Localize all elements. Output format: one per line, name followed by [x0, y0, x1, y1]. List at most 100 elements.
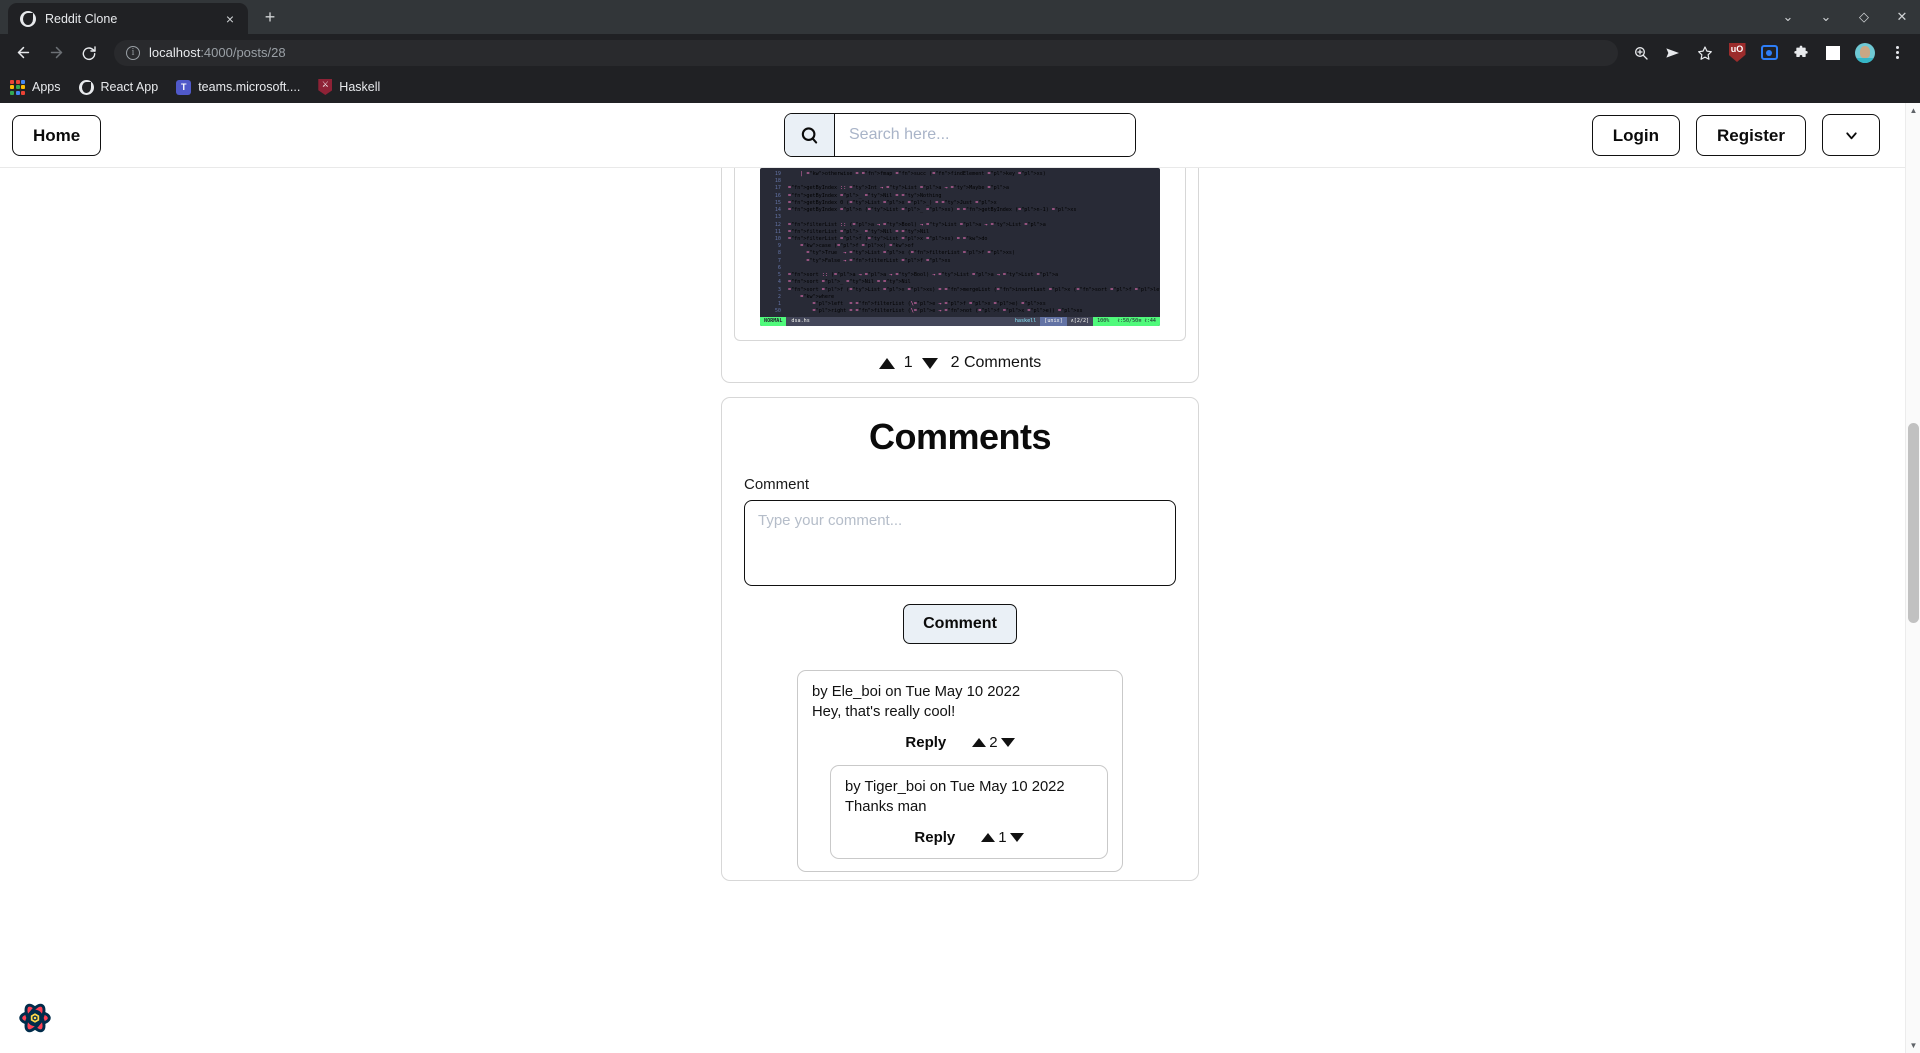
vim-status-right: haskell [unix] ∧[2/2] 100% ℓ:50/50≡ ℓ:44 — [1011, 317, 1160, 327]
haskell-shield-icon: ⚔ — [318, 79, 333, 95]
star-icon[interactable] — [1692, 40, 1718, 66]
reply-button[interactable]: Reply — [905, 734, 946, 751]
comment-upvote-icon[interactable] — [972, 738, 987, 748]
post-card: 19 | ="kw">otherwise = ="fn">fmap ="fn">… — [721, 168, 1199, 384]
code-line-number: 5 — [777, 272, 781, 279]
bookmark-apps[interactable]: Apps — [10, 79, 61, 95]
code-line-number: 7 — [777, 257, 781, 264]
react-app-icon — [78, 79, 94, 95]
code-line: 14 ="fn">getByIndex ="pl">n (="ty">List =… — [760, 207, 1160, 214]
url-text: localhost:4000/posts/28 — [149, 45, 286, 60]
url-path: :4000/posts/28 — [200, 45, 286, 60]
browser-window: Reddit Clone × + ⌄ ⌄ ◇ ✕ i localhost:400… — [0, 0, 1920, 1053]
comment-textarea[interactable] — [744, 500, 1176, 587]
code-line-text: ="fn">getByIndex 0 (="ty">List ="pl">x =… — [788, 199, 997, 206]
code-line-number: 16 — [774, 192, 781, 199]
bookmark-label: Apps — [32, 80, 61, 94]
vim-language: haskell — [1014, 318, 1037, 325]
code-line: 19 | ="kw">otherwise = ="fn">fmap ="fn">… — [760, 171, 1160, 178]
browser-tab[interactable]: Reddit Clone × — [8, 3, 248, 34]
ublock-shield-icon[interactable]: uO — [1724, 40, 1750, 66]
comment-downvote-icon[interactable] — [1000, 738, 1015, 748]
comment-vote-group: 2 — [972, 734, 1015, 751]
address-bar[interactable]: i localhost:4000/posts/28 — [114, 39, 1618, 66]
back-icon[interactable] — [8, 38, 38, 68]
react-query-flower-icon[interactable] — [14, 997, 56, 1039]
vim-mode: NORMAL — [760, 317, 787, 327]
code-line-text: ="fn">sort ="pl">f (="ty">List ="pl">x =… — [788, 286, 1160, 293]
comment-actions: Reply 1 — [845, 829, 1093, 846]
bookmarks-bar: Apps React App T teams.microsoft.... ⚔ H… — [0, 71, 1920, 103]
code-line: 11 ="fn">filterList ="pl">_ ="ty">Nil = =… — [760, 229, 1160, 236]
avatar — [1855, 42, 1875, 63]
scroll-down-arrow[interactable]: ▼ — [1906, 1038, 1920, 1053]
home-button[interactable]: Home — [12, 114, 102, 156]
blue-square-icon[interactable] — [1756, 40, 1782, 66]
account-dropdown-button[interactable] — [1822, 114, 1880, 156]
extensions-puzzle-icon[interactable] — [1788, 40, 1814, 66]
tab-title: Reddit Clone — [45, 11, 118, 26]
code-line: 10 ="fn">filterList ="pl">f (="ty">List =… — [760, 236, 1160, 243]
close-icon[interactable]: × — [221, 10, 239, 28]
code-line-text: ="ty">True → ="ty">List ="pl">x (="fn">f… — [806, 250, 1016, 257]
kebab-menu-icon[interactable] — [1884, 40, 1910, 66]
maximize-icon[interactable]: ◇ — [1856, 9, 1872, 25]
vim-percent: 100% — [1093, 317, 1114, 327]
search-bar[interactable] — [784, 113, 1136, 157]
white-square-icon[interactable] — [1820, 40, 1846, 66]
profile-avatar-icon[interactable] — [1852, 40, 1878, 66]
scrollbar-thumb[interactable] — [1908, 423, 1919, 623]
code-line: 3 ="fn">sort ="pl">f (="ty">List ="pl">x … — [760, 287, 1160, 294]
code-line: 17 ="fn">getByIndex :: ="ty">Int → ="ty">… — [760, 185, 1160, 192]
comment-list: by Ele_boi on Tue May 10 2022 Hey, that's… — [797, 670, 1123, 880]
chevron-down-icon-2[interactable]: ⌄ — [1818, 9, 1834, 25]
new-tab-button[interactable]: + — [256, 4, 284, 32]
code-line: 5 ="fn">sort :: (="pl">a → ="pl">a → ="ty… — [760, 272, 1160, 279]
bookmark-label: React App — [100, 80, 159, 94]
code-line-number: 9 — [777, 243, 781, 250]
ublock-badge: uO — [1728, 43, 1746, 62]
login-button[interactable]: Login — [1591, 114, 1680, 156]
code-line-text: ="fn">getByIndex ="pl">_ ="ty">Nil = ="t… — [788, 192, 942, 199]
comment-item: by Tiger_boi on Tue May 10 2022 Thanks ma… — [830, 765, 1108, 860]
bookmark-teams[interactable]: T teams.microsoft.... — [176, 79, 300, 95]
browser-toolbar: i localhost:4000/posts/28 uO — [0, 34, 1920, 71]
post-comments-count[interactable]: 2 Comments — [951, 354, 1042, 372]
page-viewport: Home Login Register 19 | = — [0, 103, 1920, 1053]
code-line: 9 ="kw">case (="pl">f ="pl">x) ="kw">of — [760, 243, 1160, 250]
register-button[interactable]: Register — [1695, 114, 1806, 156]
search-icon[interactable] — [785, 114, 835, 156]
code-line-text: ="fn">filterList ="pl">f (="ty">List ="p… — [788, 235, 988, 242]
comment-form: Comment Comment — [744, 476, 1176, 645]
send-icon[interactable] — [1660, 40, 1686, 66]
close-window-icon[interactable]: ✕ — [1894, 9, 1910, 25]
search-input[interactable] — [835, 114, 1135, 156]
comment-body: Thanks man — [845, 799, 927, 816]
code-line: 16 ="fn">getByIndex ="pl">_ ="ty">Nil = =… — [760, 193, 1160, 200]
code-line: 50 ="pl">right = ="fn">filterList (\="pl… — [760, 308, 1160, 315]
code-line: 12 ="fn">filterList :: (="pl">a → ="ty">B… — [760, 222, 1160, 229]
bookmark-haskell[interactable]: ⚔ Haskell — [318, 79, 380, 95]
downvote-icon[interactable] — [921, 357, 938, 369]
comment-downvote-icon[interactable] — [1009, 833, 1024, 843]
forward-icon[interactable] — [41, 38, 71, 68]
reply-button[interactable]: Reply — [914, 829, 955, 846]
zoom-search-icon[interactable] — [1628, 40, 1654, 66]
post-image-container[interactable]: 19 | ="kw">otherwise = ="fn">fmap ="fn">… — [734, 168, 1186, 342]
reload-icon[interactable] — [74, 38, 104, 68]
bookmark-react-app[interactable]: React App — [78, 79, 159, 95]
site-info-icon[interactable]: i — [126, 45, 140, 60]
code-line-text: ="fn">sort :: (="pl">a → ="pl">a → ="ty"… — [788, 272, 1059, 279]
code-line-text: ="ty">False → ="fn">filterList ="pl">f =… — [806, 257, 951, 264]
comment-upvote-icon[interactable] — [981, 833, 996, 843]
comment-item: by Ele_boi on Tue May 10 2022 Hey, that's… — [797, 670, 1123, 873]
page-scrollbar[interactable]: ▲ ▼ — [1905, 103, 1920, 1053]
upvote-icon[interactable] — [878, 357, 895, 369]
comments-card: Comments Comment Comment by Ele_boi on T… — [721, 397, 1199, 882]
submit-comment-button[interactable]: Comment — [903, 604, 1017, 645]
scroll-up-arrow[interactable]: ▲ — [1906, 103, 1920, 118]
code-line-number: 1 — [777, 300, 781, 307]
bookmark-label: Haskell — [339, 80, 381, 94]
code-line-number: 6 — [777, 264, 781, 271]
chevron-down-icon-1[interactable]: ⌄ — [1780, 9, 1796, 25]
